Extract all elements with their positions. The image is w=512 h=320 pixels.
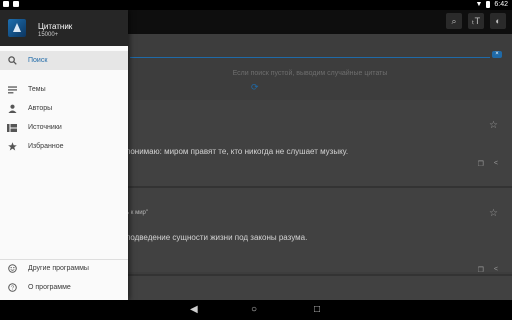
smiley-icon [7, 264, 17, 274]
menu-item-label: Избранное [28, 143, 64, 150]
share-icon[interactable]: < [494, 160, 498, 168]
back-icon[interactable]: ◀ [190, 304, 198, 315]
favorite-star-icon[interactable]: ☆ [489, 120, 498, 131]
topics-icon [7, 85, 17, 95]
copy-icon[interactable]: ❐ [478, 266, 484, 274]
status-bar: ▼ 6:42 [0, 0, 512, 10]
drawer-header: Цитатник 15000+ [0, 10, 128, 46]
search-icon[interactable]: ⌕ [446, 13, 462, 29]
notification-icon [3, 1, 9, 7]
menu-item-label: Темы [28, 86, 46, 93]
clear-search-icon[interactable]: × [492, 51, 502, 58]
menu-item-search[interactable]: Поиск [0, 51, 128, 70]
navigation-bar: ◀ ○ □ [0, 300, 512, 320]
search-hint: Если поиск пустой, выводим случайные цит… [232, 70, 388, 77]
help-icon: ? [7, 283, 17, 293]
recents-icon[interactable]: □ [314, 304, 320, 315]
app-logo [8, 19, 26, 37]
search-input[interactable] [130, 57, 490, 58]
menu-item-label: Поиск [28, 57, 48, 64]
sources-icon [7, 123, 17, 133]
quote-text: подведение сущности жизни под законы раз… [126, 233, 308, 242]
navigation-drawer: Цитатник 15000+ Поиск Темы Авторы Источн… [0, 10, 128, 300]
status-time: 6:42 [494, 1, 508, 8]
signal-icon: ▼ [475, 1, 483, 8]
menu-item-label: О программе [28, 284, 71, 291]
app-title: Цитатник [38, 22, 73, 31]
menu-item-authors[interactable]: Авторы [0, 99, 128, 118]
menu-item-other-apps[interactable]: Другие программы [0, 259, 128, 278]
home-icon[interactable]: ○ [251, 304, 257, 315]
favorite-star-icon[interactable]: ☆ [489, 208, 498, 219]
menu-item-label: Источники [28, 124, 62, 131]
copy-icon[interactable]: ❐ [478, 160, 484, 168]
menu-item-topics[interactable]: Темы [0, 80, 128, 99]
star-icon [7, 142, 17, 152]
menu-item-label: Другие программы [28, 265, 89, 272]
text-size-icon[interactable]: ₜT [468, 13, 484, 29]
search-icon [7, 56, 17, 66]
menu-item-favorites[interactable]: Избранное [0, 137, 128, 156]
share-icon[interactable]: < [494, 266, 498, 274]
refresh-icon[interactable]: ⟳ [251, 82, 259, 93]
menu-item-sources[interactable]: Источники [0, 118, 128, 137]
notification-icon [13, 1, 19, 7]
quote-count: 15000+ [38, 32, 59, 38]
theme-icon[interactable]: ◐ [490, 13, 506, 29]
menu-item-label: Авторы [28, 105, 53, 112]
battery-icon [486, 1, 491, 8]
quote-source: ь к мир" [126, 210, 149, 216]
person-icon [7, 104, 17, 114]
menu-item-about[interactable]: ? О программе [0, 278, 128, 297]
quote-text: понимаю: миром правят те, кто никогда не… [126, 147, 349, 156]
